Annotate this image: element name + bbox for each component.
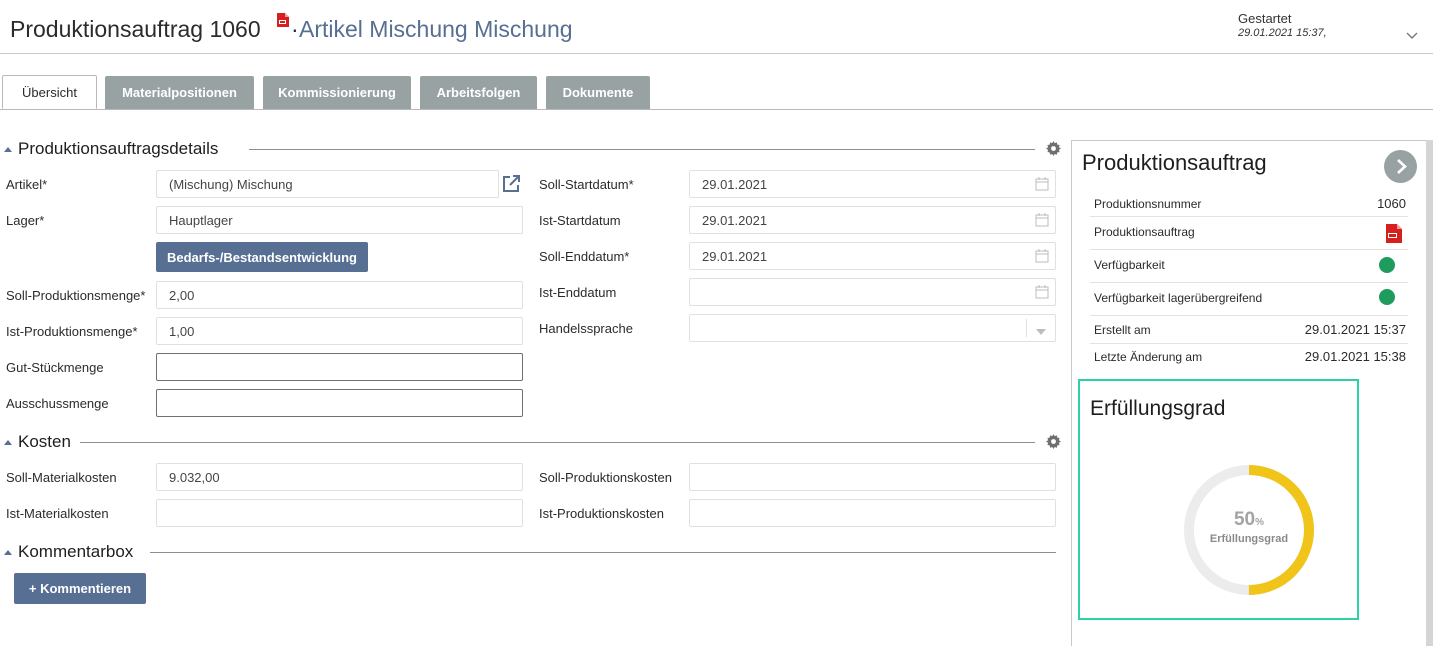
soll-enddatum-label: Soll-Enddatum* [539,249,630,264]
panel-row-label: Letzte Änderung am [1094,350,1203,364]
ist-produktionskosten-field[interactable] [689,499,1056,527]
status-dot-green [1379,257,1395,273]
panel-row-label: Verfügbarkeit lagerübergreifend [1094,291,1263,305]
section-divider [249,149,1035,150]
panel-row-label: Verfügbarkeit [1094,258,1165,272]
ist-materialkosten-label: Ist-Materialkosten [6,506,109,521]
panel-row-label: Produktionsauftrag [1094,225,1195,239]
ist-startdatum-field[interactable]: 29.01.2021 [689,206,1056,234]
panel-row-produktionsauftrag: Produktionsauftrag [1090,217,1408,250]
fulfillment-title: Erfüllungsgrad [1090,397,1226,420]
panel-row-letzte-aenderung: Letzte Änderung am 29.01.2021 15:38 [1090,344,1408,370]
soll-menge-label: Soll-Produktionsmenge* [6,288,146,303]
panel-row-value: 29.01.2021 15:37 [1304,322,1406,337]
artikel-label: Artikel* [6,177,48,192]
panel-row-verfuegbarkeit-lager: Verfügbarkeit lagerübergreifend [1090,283,1408,316]
collapse-triangle-icon [4,146,12,152]
soll-startdatum-field[interactable]: 29.01.2021 [689,170,1056,198]
tab-divider [0,109,1433,110]
handelssprache-label: Handelssprache [539,321,633,336]
collapse-triangle-icon [4,439,12,445]
ausschussmenge-input[interactable] [156,389,523,417]
tab-dokumente[interactable]: Dokumente [546,76,650,109]
ist-enddatum-label: Ist-Enddatum [539,285,617,300]
calendar-icon[interactable] [1035,249,1049,266]
tab-uebersicht[interactable]: Übersicht [2,75,97,109]
item-link[interactable]: Artikel Mischung Mischung [299,16,573,43]
external-link-icon[interactable] [501,174,521,197]
section-divider [80,442,1035,443]
gauge-percent-value: 50 [1233,509,1256,530]
kommentieren-button[interactable]: + Kommentieren [14,573,146,604]
calendar-icon[interactable] [1035,177,1049,194]
gauge-percent-sign: % [1255,517,1265,528]
soll-menge-field[interactable]: 2,00 [156,281,523,309]
ist-materialkosten-field[interactable] [156,499,523,527]
tab-arbeitsfolgen[interactable]: Arbeitsfolgen [420,76,537,109]
soll-materialkosten-label: Soll-Materialkosten [6,470,117,485]
panel-row-label: Produktionsnummer [1094,197,1202,211]
panel-scrollbar[interactable] [1426,140,1433,646]
panel-row-label: Erstellt am [1094,323,1151,337]
gear-icon[interactable] [1046,434,1061,452]
ausschussmenge-label: Ausschussmenge [6,396,109,411]
artikel-field[interactable]: (Mischung) Mischung [156,170,499,198]
section-kosten-header[interactable]: Kosten [4,432,71,452]
panel-row-value: 1060 [1377,196,1406,211]
status-dot-green [1379,289,1395,305]
soll-startdatum-label: Soll-Startdatum* [539,177,634,192]
panel-next-button[interactable] [1384,150,1417,183]
section-kommentar-header[interactable]: Kommentarbox [4,542,133,562]
select-divider [1026,319,1027,337]
ist-startdatum-value: 29.01.2021 [702,212,768,228]
arrow-right-icon [1397,159,1407,174]
calendar-icon[interactable] [1035,285,1049,302]
soll-materialkosten-field[interactable]: 9.032,00 [156,463,523,491]
section-kommentar-title: Kommentarbox [18,542,134,561]
ist-menge-field[interactable]: 1,00 [156,317,523,345]
collapse-triangle-icon [4,549,12,555]
section-divider [150,552,1056,553]
soll-enddatum-field[interactable]: 29.01.2021 [689,242,1056,270]
gut-stueckmenge-input[interactable] [156,353,523,381]
ist-menge-label: Ist-Produktionsmenge* [6,324,138,339]
status-label: Gestartet [1238,11,1292,26]
panel-row-verfuegbarkeit: Verfügbarkeit [1090,250,1408,283]
gauge-caption: Erfüllungsgrad [1209,533,1289,545]
soll-produktionskosten-field[interactable] [689,463,1056,491]
tab-kommissionierung[interactable]: Kommissionierung [263,76,411,109]
gut-stueckmenge-label: Gut-Stückmenge [6,360,104,375]
gauge-percent: 50% [1178,509,1320,531]
soll-startdatum-value: 29.01.2021 [702,176,768,192]
handelssprache-select[interactable] [689,314,1056,342]
lager-label: Lager* [6,213,45,228]
soll-enddatum-value: 29.01.2021 [702,248,768,264]
chevron-down-icon[interactable] [1406,28,1418,43]
pdf-icon[interactable] [1384,223,1404,247]
panel-row-produktionsnummer: Produktionsnummer 1060 [1090,192,1408,217]
ist-produktionskosten-label: Ist-Produktionskosten [539,506,665,521]
ist-enddatum-field[interactable] [689,278,1056,306]
ist-startdatum-label: Ist-Startdatum [539,213,621,228]
tab-materialpositionen[interactable]: Materialpositionen [105,76,254,109]
panel-title: Produktionsauftrag [1082,150,1267,175]
soll-produktionskosten-label: Soll-Produktionskosten [539,470,672,485]
dropdown-arrow-icon[interactable] [1036,324,1046,339]
section-details-title: Produktionsauftragsdetails [18,139,219,158]
panel-row-value: 29.01.2021 15:38 [1304,349,1406,364]
calendar-icon[interactable] [1035,213,1049,230]
panel-row-erstellt: Erstellt am 29.01.2021 15:37 [1090,316,1408,344]
lager-field[interactable]: Hauptlager [156,206,523,234]
bedarf-bestand-button[interactable]: Bedarfs-/Bestandsentwicklung [156,242,368,272]
title-separator: · [291,16,299,42]
page-header: Produktionsauftrag 1060 · Artikel Mischu… [0,0,1433,54]
status-date: 29.01.2021 15:37, [1238,27,1327,39]
page-title: Produktionsauftrag 1060 [10,16,261,42]
section-details-header[interactable]: Produktionsauftragsdetails [4,139,218,159]
gear-icon[interactable] [1046,141,1061,159]
section-kosten-title: Kosten [18,432,71,451]
pdf-icon[interactable] [276,12,290,31]
